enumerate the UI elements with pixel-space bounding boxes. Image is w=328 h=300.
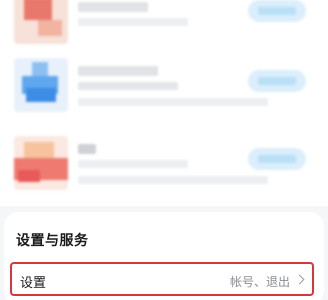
- app-name-obscured: [78, 2, 148, 12]
- app-action-button[interactable]: [248, 148, 306, 170]
- settings-item-hint: 帐号、退出: [229, 275, 290, 289]
- app-action-button[interactable]: [248, 0, 306, 22]
- app-action-button[interactable]: [248, 70, 306, 92]
- list-item[interactable]: [0, 58, 328, 118]
- settings-services-card: 设置与服务 设置 帐号、退出: [4, 212, 324, 300]
- obscured-app-list: [0, 0, 328, 206]
- app-meta-obscured: [78, 18, 188, 26]
- app-name-obscured: [78, 66, 158, 76]
- settings-item[interactable]: 设置 帐号、退出: [10, 262, 314, 296]
- section-title: 设置与服务: [16, 233, 89, 249]
- settings-item-label: 设置: [20, 276, 47, 291]
- chevron-right-icon: [294, 274, 305, 285]
- app-thumbnail: [14, 136, 68, 190]
- app-screen: 设置与服务 设置 帐号、退出: [0, 0, 328, 300]
- app-thumbnail: [14, 58, 68, 112]
- app-name-obscured: [78, 144, 96, 154]
- list-item[interactable]: [0, 136, 328, 196]
- app-desc-obscured: [78, 98, 268, 106]
- list-item[interactable]: [0, 0, 328, 46]
- app-meta-obscured: [78, 82, 178, 90]
- app-meta-obscured: [78, 160, 188, 168]
- app-thumbnail: [14, 0, 68, 44]
- app-desc-obscured: [78, 176, 268, 184]
